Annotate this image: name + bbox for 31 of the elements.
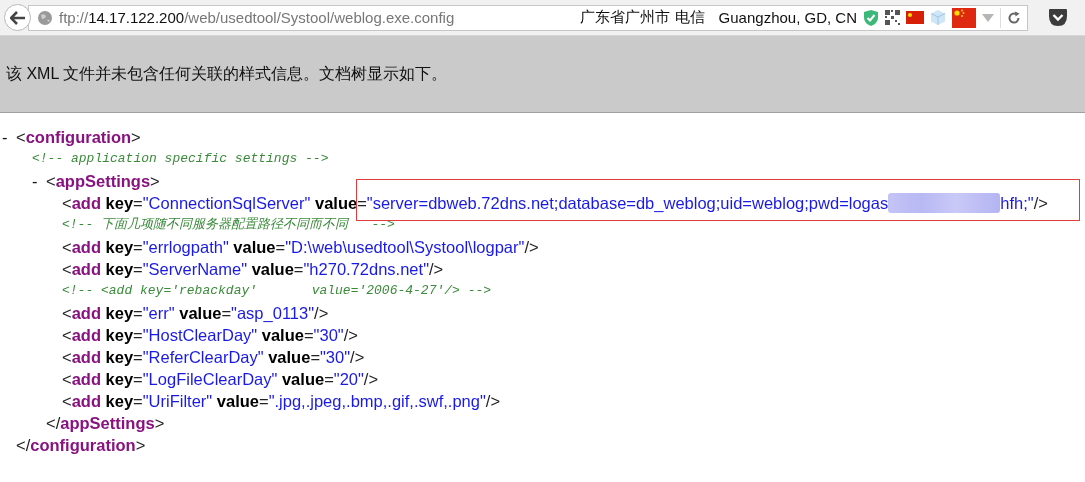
xml-line: <add key="HostClearDay" value="30"/> bbox=[62, 325, 358, 346]
address-bar[interactable]: ftp://14.17.122.200/web/usedtool/Systool/weblog.exe.config 广东省广州市 电信 Guangzhou, GD, CN bbox=[28, 4, 1028, 31]
url-text: ftp://14.17.122.200/web/usedtool/Systool/weblog.exe.config bbox=[59, 9, 455, 26]
globe-icon bbox=[37, 9, 53, 26]
xml-line: <add key="LogFileClearDay" value="20"/> bbox=[62, 369, 379, 390]
back-button[interactable] bbox=[4, 4, 31, 31]
notice-text: 该 XML 文件并未包含任何关联的样式信息。文档树显示如下。 bbox=[6, 63, 448, 84]
flag-icon[interactable] bbox=[906, 11, 924, 24]
xml-tag: </configuration> bbox=[16, 434, 146, 456]
pocket-icon[interactable] bbox=[1048, 8, 1068, 27]
xml-comment: <!-- application specific settings --> bbox=[32, 150, 329, 168]
qr-code-icon[interactable] bbox=[885, 10, 900, 25]
xml-line: <add key="err" value="asp_0113"/> bbox=[62, 303, 329, 324]
reload-icon[interactable] bbox=[1007, 10, 1021, 25]
xml-line: <add key="errlogpath" value="D:\web\usedtool\Systool\logpar"/> bbox=[62, 237, 539, 258]
back-arrow-icon bbox=[9, 10, 26, 25]
flag-icon[interactable] bbox=[952, 7, 976, 28]
xml-tag: </appSettings> bbox=[46, 412, 165, 434]
xml-tag: <appSettings> bbox=[46, 170, 160, 192]
xml-tag: <configuration> bbox=[16, 126, 141, 148]
xml-comment: <!-- <add key='rebackday' value='2006-4-27'/> --> bbox=[62, 282, 492, 300]
shield-icon[interactable] bbox=[863, 8, 879, 27]
collapse-toggle[interactable]: - bbox=[2, 126, 16, 148]
collapse-toggle[interactable]: - bbox=[32, 170, 46, 192]
location-text: 广东省广州市 电信 bbox=[580, 8, 705, 27]
xml-line: hfh;"/> bbox=[1000, 193, 1048, 214]
location-text: Guangzhou, GD, CN bbox=[718, 9, 857, 26]
xml-comment: <!-- 下面几项随不同服务器配置路径不同而不同 --> bbox=[62, 216, 395, 234]
xml-line: <add key="ReferClearDay" value="30"/> bbox=[62, 347, 365, 368]
xml-line: <add key="ServerName" value="h270.72dns.net"/> bbox=[62, 259, 444, 280]
xml-line: <add key="UriFilter" value=".jpg,.jpeg,.bmp,.gif,.swf,.png"/> bbox=[62, 391, 501, 412]
